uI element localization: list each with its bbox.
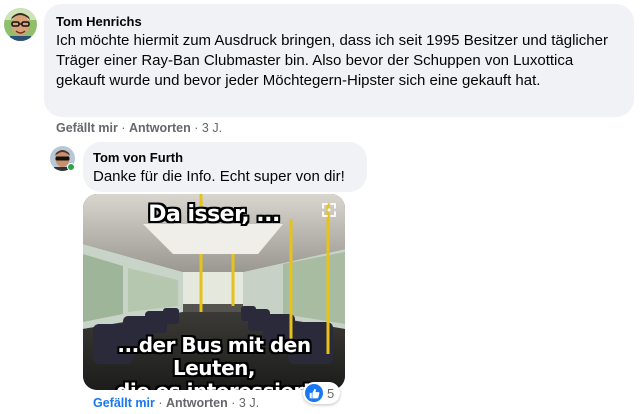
meme-caption-bottom: ...der Bus mit den Leuten, die es intere… (83, 333, 345, 391)
avatar-tom-henrichs[interactable] (4, 8, 37, 41)
reply-link[interactable]: Antworten (129, 121, 191, 135)
meme-caption-top: Da isser, ... (148, 202, 280, 227)
separator: · (158, 396, 163, 410)
reaction-summary[interactable]: 5 (303, 382, 341, 404)
like-link[interactable]: Gefällt mir (93, 396, 155, 410)
comment-text: Ich möchte hiermit zum Ausdruck bringen,… (56, 32, 608, 89)
meme-image[interactable]: Da isser, ... ...der Bus mit den Leuten,… (83, 194, 345, 390)
timestamp[interactable]: 3 J. (239, 396, 259, 410)
separator: · (231, 396, 236, 410)
comment-bubble-1: Tom Henrichs Ich möchte hiermit zum Ausd… (44, 4, 634, 117)
timestamp[interactable]: 3 J. (202, 121, 222, 135)
meme-caption-line: ...der Bus mit den Leuten, (117, 333, 311, 380)
expand-icon[interactable] (321, 202, 337, 218)
reaction-count: 5 (327, 385, 335, 401)
comment-author[interactable]: Tom von Furth (93, 150, 355, 165)
online-status-icon (67, 163, 75, 171)
comment-actions-1: Gefällt mir · Antworten · 3 J. (56, 121, 222, 135)
separator: · (121, 121, 126, 135)
comment-text: Danke für die Info. Echt super von dir! (93, 168, 345, 185)
thumbs-up-icon (305, 384, 323, 402)
comment-actions-2: Gefällt mir · Antworten · 3 J. (93, 396, 259, 410)
reply-link[interactable]: Antworten (166, 396, 228, 410)
separator: · (194, 121, 199, 135)
comment-author[interactable]: Tom Henrichs (56, 14, 620, 29)
like-link[interactable]: Gefällt mir (56, 121, 118, 135)
comment-bubble-2: Tom von Furth Danke für die Info. Echt s… (83, 142, 367, 192)
